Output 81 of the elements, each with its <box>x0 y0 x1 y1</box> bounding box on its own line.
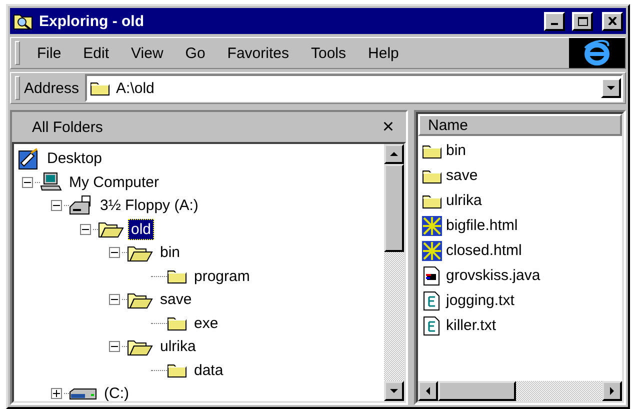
close-pane-button[interactable]: × <box>382 116 394 138</box>
left-arrow-icon <box>424 387 432 395</box>
scroll-up-button[interactable] <box>384 144 404 164</box>
folder-icon <box>90 80 110 96</box>
column-header[interactable]: Name <box>418 114 622 136</box>
horizontal-scrollbar[interactable] <box>418 381 622 401</box>
dropdown-button[interactable] <box>601 78 621 98</box>
address-label: Address <box>24 80 80 96</box>
web-page-icon <box>422 216 442 236</box>
open-folder-icon <box>127 244 153 262</box>
open-folder-icon <box>127 290 153 309</box>
collapse-icon[interactable] <box>80 224 91 235</box>
down-arrow-icon <box>607 84 615 92</box>
menu-item[interactable]: Help <box>359 42 408 64</box>
folder-icon <box>422 142 442 158</box>
file-name[interactable]: jogging.txt <box>446 292 514 309</box>
scroll-thumb[interactable] <box>438 381 516 401</box>
java-file-icon <box>422 266 442 286</box>
up-arrow-icon <box>390 150 398 158</box>
text-file-icon <box>422 316 442 336</box>
tree-item[interactable]: old <box>128 218 154 240</box>
file-name[interactable]: killer.txt <box>446 317 496 334</box>
browser-logo <box>569 38 625 68</box>
menu-item[interactable]: Go <box>176 42 214 64</box>
address-field[interactable]: A:\old <box>85 74 623 102</box>
maximize-icon <box>578 16 588 26</box>
tree-item[interactable]: ulrika <box>157 336 199 358</box>
file-name[interactable]: bigfile.html <box>446 217 518 234</box>
collapse-icon[interactable] <box>109 294 120 306</box>
collapse-icon[interactable] <box>109 341 120 352</box>
menu-item[interactable]: View <box>122 42 172 64</box>
folder-icon <box>422 168 442 184</box>
scroll-thumb[interactable] <box>384 164 404 252</box>
folder-icon <box>167 268 187 284</box>
menu-item[interactable]: Favorites <box>218 42 298 64</box>
scroll-down-button[interactable] <box>384 381 404 401</box>
menu-item[interactable]: Edit <box>74 42 118 64</box>
desktop-icon <box>18 148 40 170</box>
open-folder-icon <box>98 220 124 238</box>
down-arrow-icon <box>390 387 398 395</box>
tree-item[interactable]: Desktop <box>44 148 106 170</box>
minimize-button[interactable] <box>544 12 565 30</box>
tree-item[interactable]: data <box>191 360 226 381</box>
vertical-scrollbar[interactable] <box>384 144 404 401</box>
maximize-button[interactable] <box>572 12 593 30</box>
web-page-icon <box>422 240 442 260</box>
right-arrow-icon <box>608 387 616 395</box>
pane-title: All Folders <box>32 118 104 136</box>
computer-icon <box>40 172 62 192</box>
expand-icon[interactable] <box>51 388 62 400</box>
tree-item[interactable]: 3½ Floppy (A:) <box>97 195 202 216</box>
close-icon <box>608 17 617 25</box>
open-folder-icon <box>127 338 153 356</box>
scroll-left-button[interactable] <box>418 381 438 401</box>
collapse-icon[interactable] <box>109 247 120 258</box>
menu-item[interactable]: File <box>28 42 70 64</box>
folder-icon <box>422 192 442 208</box>
tree-item[interactable]: save <box>157 289 195 310</box>
collapse-icon[interactable] <box>51 200 62 212</box>
file-name[interactable]: ulrika <box>446 192 482 209</box>
tree-item[interactable]: (C:) <box>101 383 132 401</box>
tree-item[interactable]: exe <box>191 312 222 334</box>
tree-item[interactable]: My Computer <box>66 172 162 193</box>
plus-icon <box>53 390 60 398</box>
close-button[interactable] <box>602 12 623 30</box>
tree-item[interactable]: program <box>191 266 253 287</box>
floppy-drive-icon <box>69 194 93 217</box>
tree-item[interactable]: bin <box>157 242 184 264</box>
folder-icon <box>167 315 187 332</box>
scroll-right-button[interactable] <box>602 381 622 401</box>
file-name[interactable]: save <box>446 167 478 184</box>
drive-icon <box>69 388 97 400</box>
window-title: Exploring - old <box>39 12 145 30</box>
explorer-icon <box>13 12 33 30</box>
file-name[interactable]: grovskiss.java <box>446 267 540 284</box>
text-file-icon <box>422 290 442 310</box>
file-name[interactable]: closed.html <box>446 242 522 259</box>
menu-item[interactable]: Tools <box>302 42 356 64</box>
file-name[interactable]: bin <box>446 142 466 159</box>
collapse-icon[interactable] <box>22 176 33 188</box>
folder-icon <box>167 362 187 378</box>
